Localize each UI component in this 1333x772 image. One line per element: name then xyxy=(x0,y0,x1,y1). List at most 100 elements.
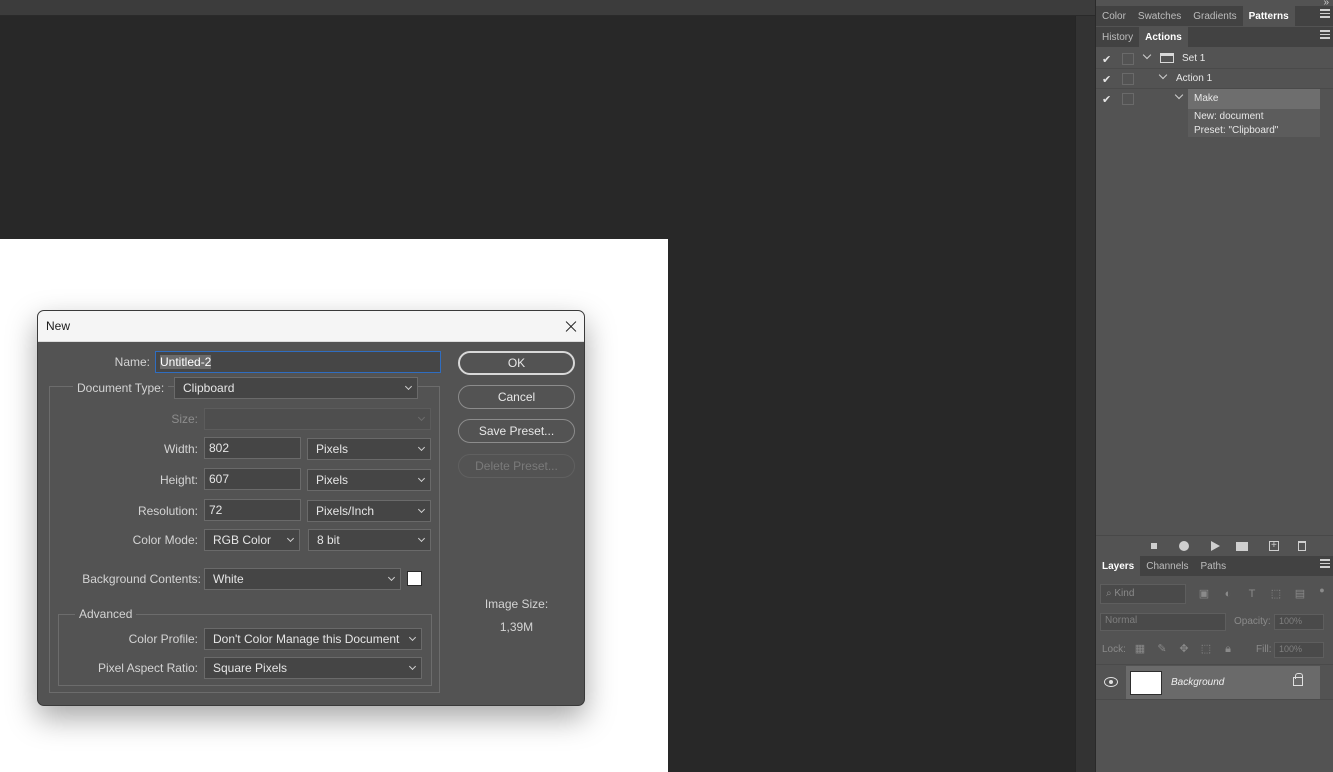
width-label: Width: xyxy=(163,442,198,456)
new-action-icon[interactable] xyxy=(1267,539,1281,553)
document-type-select[interactable]: Clipboard xyxy=(174,377,418,399)
bit-depth-select[interactable]: 8 bit xyxy=(308,529,431,551)
canvas-scrollbar[interactable] xyxy=(1075,16,1095,772)
toggle-check-icon[interactable]: ✔ xyxy=(1102,53,1112,66)
chevron-down-icon[interactable] xyxy=(1158,71,1168,81)
tab-history[interactable]: History xyxy=(1096,27,1139,47)
ok-button[interactable]: OK xyxy=(458,351,575,375)
close-icon[interactable] xyxy=(554,311,584,342)
resolution-unit-select[interactable]: Pixels/Inch xyxy=(307,500,431,522)
action-step-label: Make xyxy=(1194,93,1219,104)
image-size-label: Image Size: xyxy=(484,597,549,611)
background-contents-select[interactable]: White xyxy=(204,568,401,590)
chevron-down-icon[interactable] xyxy=(1174,91,1184,101)
color-profile-select[interactable]: Don't Color Manage this Document xyxy=(204,628,422,650)
name-label: Name: xyxy=(114,355,150,369)
tab-gradients[interactable]: Gradients xyxy=(1187,6,1242,26)
size-select xyxy=(204,408,431,430)
dialog-toggle-box[interactable] xyxy=(1122,93,1134,105)
document-type-label: Document Type: xyxy=(73,381,169,395)
dialog-toggle-box[interactable] xyxy=(1122,73,1134,85)
layer-row[interactable]: Background xyxy=(1096,664,1333,700)
height-input[interactable]: 607 xyxy=(204,468,301,490)
fill-field[interactable]: 100% xyxy=(1274,642,1324,658)
smart-object-filter-icon[interactable]: ▤ xyxy=(1293,587,1307,601)
name-input[interactable]: Untitled-2 xyxy=(155,351,441,373)
application-top-strip xyxy=(0,0,1095,16)
pixel-aspect-ratio-select[interactable]: Square Pixels xyxy=(204,657,422,679)
new-document-dialog: New Name: Untitled-2 Document Type: Clip… xyxy=(37,310,585,706)
new-set-folder-icon[interactable] xyxy=(1235,539,1249,553)
panel-menu-icon[interactable] xyxy=(1320,9,1330,18)
delete-preset-button: Delete Preset... xyxy=(458,454,575,478)
step-detail-line: New: document xyxy=(1194,111,1264,122)
stop-icon[interactable] xyxy=(1147,539,1161,553)
opacity-field[interactable]: 100% xyxy=(1274,614,1324,630)
dialog-title: New xyxy=(46,319,71,333)
width-unit-select[interactable]: Pixels xyxy=(307,438,431,460)
tab-patterns[interactable]: Patterns xyxy=(1242,6,1295,26)
lock-all-icon[interactable]: 🔒︎ xyxy=(1221,642,1235,656)
size-label: Size: xyxy=(171,412,198,426)
image-size-value: 1,39M xyxy=(499,620,534,634)
toggle-check-icon[interactable]: ✔ xyxy=(1102,93,1112,106)
dialog-toggle-box[interactable] xyxy=(1122,53,1134,65)
lock-icon[interactable] xyxy=(1293,673,1303,686)
right-panel-dock: » Color Swatches Gradients Patterns Hist… xyxy=(1095,0,1333,772)
name-value: Untitled-2 xyxy=(160,355,212,369)
blend-mode-select[interactable]: Normal xyxy=(1100,613,1226,631)
step-detail-line: Preset: "Clipboard" xyxy=(1194,125,1279,136)
save-preset-button[interactable]: Save Preset... xyxy=(458,419,575,443)
layer-filter-label: Kind xyxy=(1114,588,1135,599)
tab-channels[interactable]: Channels xyxy=(1140,556,1194,576)
lock-transparent-icon[interactable]: ▦ xyxy=(1133,642,1147,656)
tab-paths[interactable]: Paths xyxy=(1195,556,1233,576)
toggle-check-icon[interactable]: ✔ xyxy=(1102,73,1112,86)
background-contents-label: Background Contents: xyxy=(82,572,201,586)
layer-thumbnail xyxy=(1130,671,1162,695)
tab-actions[interactable]: Actions xyxy=(1139,27,1188,47)
layer-name: Background xyxy=(1171,677,1225,688)
tab-color[interactable]: Color xyxy=(1096,6,1132,26)
width-input[interactable]: 802 xyxy=(204,437,301,459)
pixel-aspect-ratio-label: Pixel Aspect Ratio: xyxy=(97,661,198,675)
trash-icon[interactable] xyxy=(1295,539,1309,553)
color-profile-label: Color Profile: xyxy=(128,632,198,646)
type-filter-icon[interactable]: T xyxy=(1245,587,1259,601)
actions-panel-tabs: History Actions xyxy=(1096,27,1333,47)
panel-menu-icon[interactable] xyxy=(1320,30,1330,39)
background-color-swatch[interactable] xyxy=(407,571,422,586)
layer-filter-select[interactable]: ⌕ Kind xyxy=(1100,584,1186,604)
action-set-row[interactable]: ✔ Set 1 xyxy=(1096,49,1333,69)
height-label: Height: xyxy=(159,473,198,487)
fill-label: Fill: xyxy=(1256,644,1272,655)
filter-toggle-icon[interactable]: ● xyxy=(1315,583,1329,597)
dialog-titlebar[interactable]: New xyxy=(38,311,584,342)
image-filter-icon[interactable]: ▣ xyxy=(1197,587,1211,601)
resolution-label: Resolution: xyxy=(137,504,198,518)
resolution-input[interactable]: 72 xyxy=(204,499,301,521)
adjustment-filter-icon[interactable]: ◐ xyxy=(1221,587,1235,601)
layers-panel-tabs: Layers Channels Paths xyxy=(1096,556,1333,576)
panel-menu-icon[interactable] xyxy=(1320,559,1330,568)
tab-swatches[interactable]: Swatches xyxy=(1132,6,1187,26)
opacity-label: Opacity: xyxy=(1234,616,1271,627)
lock-position-icon[interactable]: ✥ xyxy=(1177,642,1191,656)
height-unit-select[interactable]: Pixels xyxy=(307,469,431,491)
chevron-down-icon[interactable] xyxy=(1142,51,1152,61)
lock-label: Lock: xyxy=(1102,644,1126,655)
action-row[interactable]: ✔ Action 1 xyxy=(1096,69,1333,89)
shape-filter-icon[interactable]: ⬚ xyxy=(1269,587,1283,601)
action-step-row[interactable]: ✔ Make xyxy=(1096,89,1333,109)
actions-toolbar xyxy=(1096,535,1333,555)
color-mode-select[interactable]: RGB Color xyxy=(204,529,300,551)
eye-icon[interactable] xyxy=(1104,677,1118,687)
record-icon[interactable] xyxy=(1177,539,1191,553)
action-set-label: Set 1 xyxy=(1182,53,1206,64)
lock-image-icon[interactable]: ✎ xyxy=(1155,642,1169,656)
tab-layers[interactable]: Layers xyxy=(1096,556,1141,576)
advanced-label: Advanced xyxy=(75,607,137,621)
play-icon[interactable] xyxy=(1207,539,1221,553)
cancel-button[interactable]: Cancel xyxy=(458,385,575,409)
lock-artboard-icon[interactable]: ⬚ xyxy=(1199,642,1213,656)
